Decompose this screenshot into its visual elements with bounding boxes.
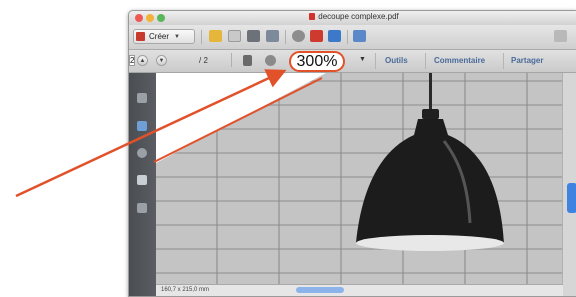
annotation-arrows xyxy=(15,69,323,198)
callout-arrow xyxy=(15,69,287,198)
